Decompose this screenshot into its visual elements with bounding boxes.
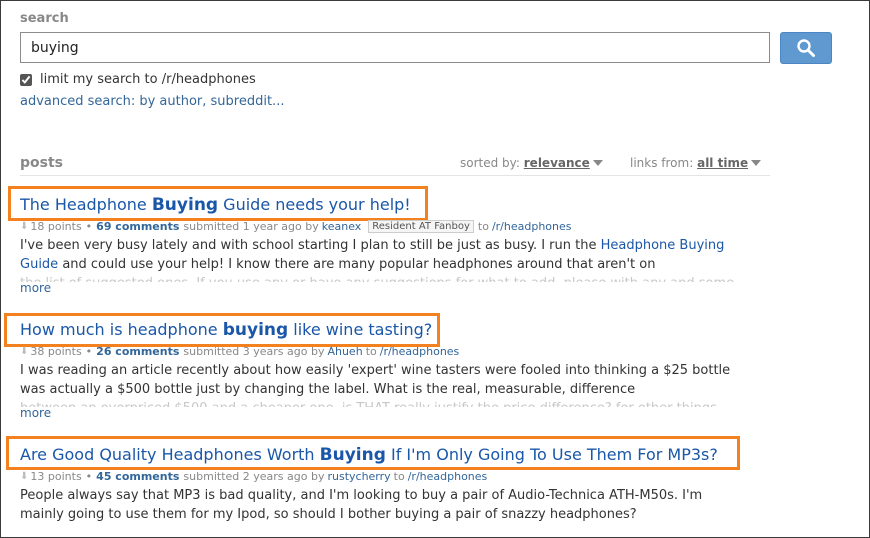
submitted-text: submitted 3 years ago by	[183, 345, 325, 358]
result-title[interactable]: Are Good Quality Headphones Worth Buying…	[20, 445, 718, 465]
time-filter-selector[interactable]: links from: all time	[630, 156, 762, 170]
comments-link[interactable]: 69 comments	[96, 220, 179, 233]
author-link[interactable]: Ahueh	[327, 345, 362, 358]
posts-header: posts sorted by: relevance links from: a…	[20, 155, 770, 176]
time-filter-value[interactable]: all time	[697, 156, 748, 170]
time-filter-label: links from:	[630, 156, 694, 170]
sort-label: sorted by:	[460, 156, 520, 170]
truncated-text: the list of suggested ones. If you use a…	[20, 274, 740, 282]
search-term-highlight: Buying	[151, 195, 219, 215]
author-link[interactable]: keanex	[322, 220, 362, 233]
more-link[interactable]: more	[20, 281, 51, 295]
down-arrow-icon[interactable]: ⬇	[20, 471, 28, 482]
to-text: to	[365, 345, 377, 358]
result-meta: ⬇ 18 points • 69 comments submitted 1 ye…	[20, 220, 572, 233]
caret-down-icon[interactable]	[751, 160, 762, 166]
sort-value[interactable]: relevance	[524, 156, 590, 170]
subreddit-link[interactable]: /r/headphones	[492, 220, 572, 233]
truncated-text: between an overpriced $500 and a cheaper…	[20, 399, 740, 407]
result-meta: ⬇ 38 points • 26 comments submitted 3 ye…	[20, 345, 460, 358]
points: 18 points	[30, 220, 82, 233]
comments-link[interactable]: 45 comments	[96, 470, 179, 483]
subreddit-link[interactable]: /r/headphones	[380, 345, 460, 358]
to-text: to	[477, 220, 489, 233]
caret-down-icon[interactable]	[592, 160, 603, 166]
result-body: People always say that MP3 is bad qualit…	[20, 488, 703, 522]
result-meta: ⬇ 13 points • 45 comments submitted 2 ye…	[20, 470, 488, 483]
magnifier-icon	[797, 39, 815, 57]
comments-link[interactable]: 26 comments	[96, 345, 179, 358]
restrict-subreddit-checkbox[interactable]	[20, 73, 32, 86]
search-label: search	[20, 11, 69, 26]
advanced-search-link[interactable]: advanced search: by author, subreddit...	[20, 94, 284, 109]
restrict-subreddit-label: limit my search to /r/headphones	[40, 72, 256, 87]
restrict-subreddit-option[interactable]: limit my search to /r/headphones	[20, 72, 256, 87]
search-button[interactable]	[780, 32, 832, 64]
search-input[interactable]	[20, 32, 770, 63]
result-body: I've been very busy lately and with scho…	[20, 238, 725, 272]
sort-selector[interactable]: sorted by: relevance	[460, 156, 603, 170]
search-term-highlight: Buying	[319, 445, 386, 465]
author-link[interactable]: rustycherry	[327, 470, 390, 483]
more-link[interactable]: more	[20, 406, 51, 420]
search-term-highlight: buying	[222, 320, 289, 340]
down-arrow-icon[interactable]: ⬇	[20, 221, 28, 232]
submitted-text: submitted 2 years ago by	[183, 470, 325, 483]
result-title[interactable]: How much is headphone buying like wine t…	[20, 320, 432, 340]
posts-title: posts	[20, 155, 63, 171]
result-title[interactable]: The Headphone Buying Guide needs your he…	[20, 195, 411, 215]
submitted-text: submitted 1 year ago by	[183, 220, 319, 233]
user-flair: Resident AT Fanboy	[368, 220, 474, 233]
result-body: I was reading an article recently about …	[20, 363, 731, 397]
to-text: to	[393, 470, 405, 483]
down-arrow-icon[interactable]: ⬇	[20, 346, 28, 357]
points: 38 points	[30, 345, 82, 358]
points: 13 points	[30, 470, 82, 483]
subreddit-link[interactable]: /r/headphones	[408, 470, 488, 483]
